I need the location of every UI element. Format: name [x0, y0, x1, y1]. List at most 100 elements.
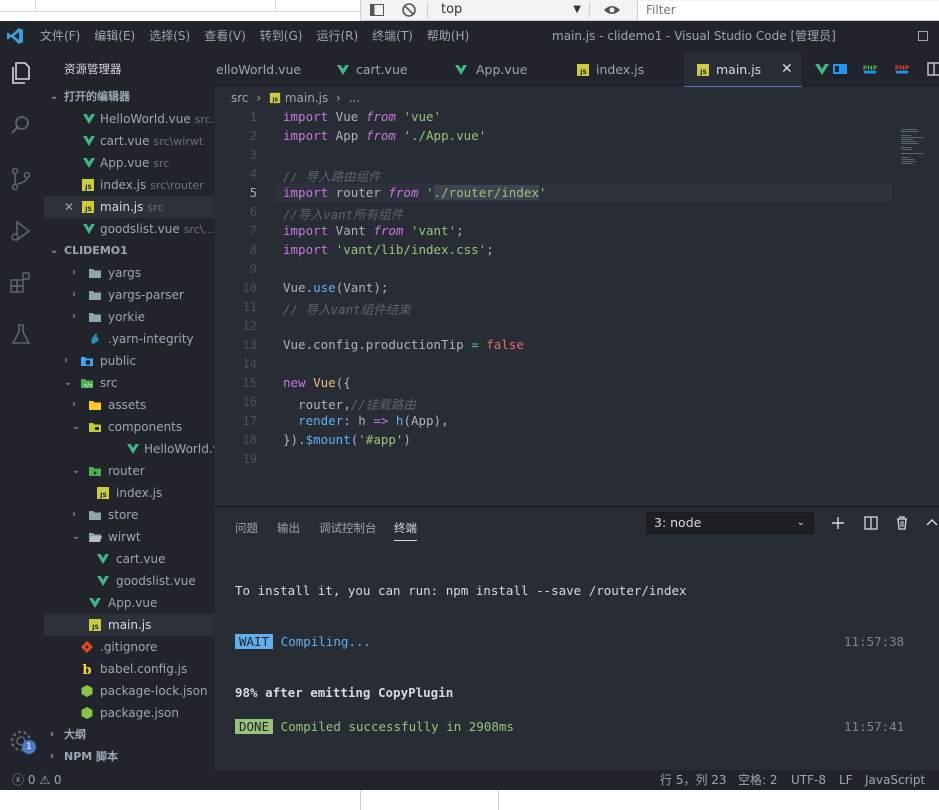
code-line: new Vue({: [283, 375, 351, 390]
open-editors-label: 打开的编辑器: [64, 90, 130, 103]
tree-folder[interactable]: › yorkie: [44, 306, 214, 328]
terminal-select[interactable]: 3: node ⌄: [646, 512, 814, 534]
cursor-position[interactable]: 行 5，列 23: [660, 770, 727, 790]
tab-terminal[interactable]: 终端: [394, 520, 417, 541]
tree-label: package-lock.json: [100, 684, 208, 698]
npm-scripts-header[interactable]: › NPM 脚本: [44, 746, 214, 768]
code-editor[interactable]: 1 2 3 4 5 6 7 8 9 10 11 12 13 14 15 16 17 18 19 import Vue…: [214, 108, 939, 506]
tree-folder-open[interactable]: ⌄ components: [44, 416, 214, 438]
open-editor-item[interactable]: App.vue src: [44, 152, 214, 174]
chevron-down-icon: ⌄: [72, 465, 81, 476]
language-mode[interactable]: JavaScript: [865, 770, 925, 790]
eol-status[interactable]: LF: [839, 770, 853, 790]
trash-icon[interactable]: [894, 515, 910, 531]
breadcrumb-separator: ›: [256, 91, 262, 105]
sidebar-toggle-icon[interactable]: [369, 2, 385, 18]
tree-file[interactable]: package.json: [44, 702, 214, 724]
tree-folder[interactable]: › yargs-parser: [44, 284, 214, 306]
open-editors-header[interactable]: ⌄ 打开的编辑器: [44, 86, 214, 108]
filter-input[interactable]: Filter: [637, 1, 939, 20]
vscode-window: 文件(F) 编辑(E) 选择(S) 查看(V) 转到(G) 运行(R) 终端(T…: [0, 21, 939, 790]
menu-run[interactable]: 运行(R): [316, 21, 358, 52]
tree-file[interactable]: .yarn-integrity: [44, 328, 214, 350]
line-number: 6: [249, 205, 257, 219]
tree-file[interactable]: App.vue: [44, 592, 214, 614]
open-editor-item[interactable]: JS index.js src\router: [44, 174, 214, 196]
tree-file[interactable]: b babel.config.js: [44, 658, 214, 680]
add-terminal-icon[interactable]: [830, 515, 846, 531]
tree-folder-open[interactable]: ⌄ router: [44, 460, 214, 482]
split-terminal-icon[interactable]: [863, 515, 879, 531]
maximize-button[interactable]: [918, 31, 928, 41]
tab-cart[interactable]: cart.vue: [324, 52, 442, 87]
explorer-icon[interactable]: [8, 60, 34, 86]
tab-app[interactable]: App.vue: [442, 52, 560, 87]
indentation-status[interactable]: 空格: 2: [738, 770, 778, 790]
vue-preview-icon[interactable]: [814, 62, 830, 76]
run-debug-icon[interactable]: [8, 218, 34, 244]
close-icon[interactable]: ✕: [64, 196, 74, 218]
menu-terminal[interactable]: 终端(T): [372, 21, 413, 52]
tree-label: components: [108, 420, 183, 434]
menu-help[interactable]: 帮助(H): [427, 21, 469, 52]
tree-file[interactable]: package-lock.json: [44, 680, 214, 702]
context-select[interactable]: top ▼: [433, 1, 585, 19]
tab-helloworld[interactable]: elloWorld.vue: [214, 52, 324, 87]
menu-edit[interactable]: 编辑(E): [94, 21, 135, 52]
tree-file[interactable]: cart.vue: [44, 548, 214, 570]
encoding-status[interactable]: UTF-8: [791, 770, 826, 790]
tab-debug-console[interactable]: 调试控制台: [319, 520, 377, 536]
line-number: 2: [249, 129, 257, 143]
tab-output[interactable]: 输出: [277, 520, 300, 536]
tree-file[interactable]: HelloWorld.vue: [44, 438, 214, 460]
outline-header[interactable]: › 大纲: [44, 724, 214, 746]
close-icon[interactable]: ✕: [781, 52, 793, 87]
project-header[interactable]: ⌄ CLIDEMO1: [44, 240, 214, 262]
tree-file-active[interactable]: JS main.js: [44, 614, 214, 636]
npm-scripts-label: NPM 脚本: [64, 750, 119, 763]
breadcrumb-file[interactable]: main.js: [285, 91, 328, 105]
tree-folder[interactable]: › assets: [44, 394, 214, 416]
tree-folder[interactable]: › public: [44, 350, 214, 372]
menu-view[interactable]: 查看(V): [204, 21, 246, 52]
extensions-icon[interactable]: [8, 270, 34, 296]
problems-status[interactable]: ⓧ 0 ⚠ 0: [12, 770, 62, 790]
breadcrumb-folder[interactable]: src: [231, 91, 249, 105]
breadcrumb: src › JS main.js › ...: [231, 88, 360, 108]
terminal-line: WAIT Compiling...: [235, 634, 371, 649]
open-editor-item[interactable]: HelloWorld.vuesrc...: [44, 108, 214, 130]
tree-file[interactable]: JS index.js: [44, 482, 214, 504]
menu-go[interactable]: 转到(G): [260, 21, 303, 52]
babel-file-icon: b: [82, 663, 91, 676]
tree-file[interactable]: .gitignore: [44, 636, 214, 658]
open-editor-item-active[interactable]: ✕ JS main.js src: [44, 196, 214, 218]
tree-folder[interactable]: › yargs: [44, 262, 214, 284]
tree-folder[interactable]: › store: [44, 504, 214, 526]
source-control-icon[interactable]: [8, 166, 34, 192]
menu-selection[interactable]: 选择(S): [149, 21, 190, 52]
php-icon[interactable]: PHP: [862, 62, 878, 76]
layout-blue-icon[interactable]: [832, 62, 848, 76]
open-editor-item[interactable]: cart.vue src\wirwt: [44, 130, 214, 152]
open-editor-item[interactable]: goodslist.vue src\...: [44, 218, 214, 240]
split-editor-icon[interactable]: [926, 62, 939, 76]
test-flask-icon[interactable]: [8, 322, 34, 348]
search-icon[interactable]: [8, 112, 34, 138]
open-editor-path: src\wirwt: [153, 135, 204, 148]
tab-problems[interactable]: 问题: [235, 520, 258, 536]
eye-icon[interactable]: [603, 2, 620, 18]
breadcrumb-more[interactable]: ...: [349, 91, 360, 105]
tree-folder-open[interactable]: ⌄ </> src: [44, 372, 214, 394]
php-debug-icon[interactable]: PHP: [894, 62, 910, 76]
tab-main-active[interactable]: JS main.js ✕: [684, 52, 802, 87]
strip-divider: [360, 790, 361, 810]
chevron-up-icon[interactable]: [924, 515, 939, 531]
menu-file[interactable]: 文件(F): [40, 21, 80, 52]
tab-index[interactable]: JS index.js: [560, 52, 684, 87]
tree-folder-open[interactable]: ⌄ wirwt: [44, 526, 214, 548]
minimap[interactable]: [899, 128, 939, 168]
vue-file-icon: [97, 554, 109, 564]
tree-file[interactable]: goodslist.vue: [44, 570, 214, 592]
line-number: 14: [242, 357, 257, 371]
clear-console-icon[interactable]: [401, 2, 417, 18]
